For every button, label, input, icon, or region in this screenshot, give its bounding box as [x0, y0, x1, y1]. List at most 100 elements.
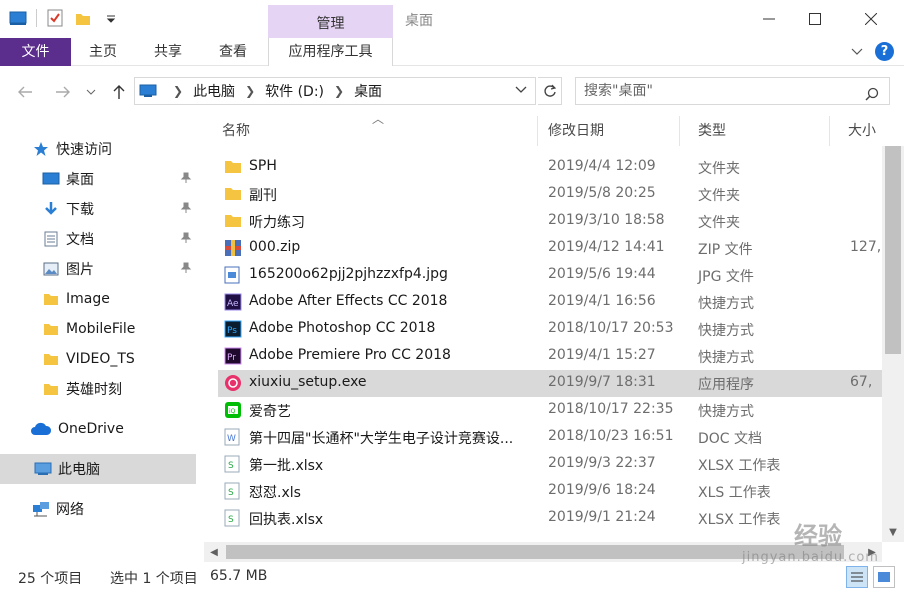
navigation-bar: ❯ 此电脑 ❯ 软件 (D:) ❯ 桌面 搜索"桌面"	[0, 66, 904, 116]
file-type: XLSX 工作表	[698, 458, 781, 474]
file-type: 文件夹	[698, 215, 740, 231]
file-date: 2019/9/6 18:24	[548, 482, 656, 498]
pin-icon[interactable]	[180, 232, 192, 248]
sidebar-item-label: 下载	[66, 202, 94, 218]
column-header-date[interactable]: 修改日期	[530, 116, 680, 146]
chevron-down-icon	[86, 89, 96, 95]
file-row[interactable]: iQ 爱奇艺 2018/10/17 22:35 快捷方式	[218, 397, 884, 424]
column-header-name[interactable]: 名称	[204, 116, 538, 146]
sidebar-item-onedrive[interactable]: OneDrive	[0, 414, 196, 444]
svg-text:W: W	[227, 434, 236, 444]
breadcrumb-desktop[interactable]: 桌面	[354, 81, 382, 101]
file-row[interactable]: S 第一批.xlsx 2019/9/3 22:37 XLSX 工作表	[218, 451, 884, 478]
sidebar-item-video-ts-folder[interactable]: VIDEO_TS	[0, 344, 196, 374]
file-name: 爱奇艺	[249, 404, 291, 420]
up-button[interactable]	[108, 81, 130, 103]
forward-button[interactable]	[52, 81, 74, 103]
search-box[interactable]: 搜索"桌面"	[575, 77, 890, 105]
file-row-selected[interactable]: xiuxiu_setup.exe 2019/9/7 18:31 应用程序 67,	[218, 370, 884, 397]
breadcrumb-separator[interactable]: ❯	[173, 84, 183, 98]
sidebar-item-quick-access[interactable]: 快速访问	[0, 134, 196, 164]
column-header-type[interactable]: 类型	[680, 116, 830, 146]
search-icon[interactable]	[865, 84, 879, 110]
file-row[interactable]: SPH 2019/4/4 12:09 文件夹	[218, 154, 884, 181]
file-name: xiuxiu_setup.exe	[249, 374, 367, 390]
file-name: 第一批.xlsx	[249, 458, 324, 474]
file-row[interactable]: W 第十四届"长通杯"大学生电子设计竞赛设... 2018/10/23 16:5…	[218, 424, 884, 451]
properties-icon[interactable]	[45, 8, 65, 28]
sidebar-item-network[interactable]: 网络	[0, 494, 196, 524]
file-row[interactable]: 000.zip 2019/4/12 14:41 ZIP 文件 127,	[218, 235, 884, 262]
back-arrow-icon	[18, 86, 32, 98]
expand-ribbon-icon[interactable]	[851, 44, 863, 60]
breadcrumb-this-pc[interactable]: 此电脑	[193, 81, 235, 101]
sidebar-item-mobilefile-folder[interactable]: MobileFile	[0, 314, 196, 344]
recent-locations-button[interactable]	[84, 81, 98, 103]
file-row[interactable]: 165200o62pjj2pjhzzxfp4.jpg 2019/5/6 19:4…	[218, 262, 884, 289]
file-date: 2019/5/8 20:25	[548, 185, 656, 201]
sidebar-item-downloads[interactable]: 下载	[0, 194, 196, 224]
star-icon	[32, 140, 50, 158]
sidebar-item-hero-moments-folder[interactable]: 英雄时刻	[0, 374, 196, 404]
pin-icon[interactable]	[180, 202, 192, 218]
file-row[interactable]: 副刊 2019/5/8 20:25 文件夹	[218, 181, 884, 208]
file-type: 文件夹	[698, 188, 740, 204]
file-type: JPG 文件	[698, 269, 754, 285]
file-row[interactable]: Pr Adobe Premiere Pro CC 2018 2019/4/1 1…	[218, 343, 884, 370]
window-icon[interactable]	[8, 8, 28, 28]
tab-application-tools[interactable]: 应用程序工具	[268, 38, 393, 66]
tab-share[interactable]: 共享	[143, 38, 193, 66]
vertical-scrollbar[interactable]: ▼	[882, 146, 904, 542]
file-row[interactable]: S 怼怼.xls 2019/9/6 18:24 XLS 工作表	[218, 478, 884, 505]
file-row[interactable]: Ps Adobe Photoshop CC 2018 2018/10/17 20…	[218, 316, 884, 343]
scroll-left-arrow-icon[interactable]: ◀	[204, 542, 224, 562]
network-icon	[32, 500, 50, 518]
item-count: 25 个项目	[18, 571, 83, 587]
pin-icon[interactable]	[180, 262, 192, 278]
column-header-size[interactable]: 大小	[830, 116, 884, 146]
vertical-scroll-thumb[interactable]	[885, 146, 901, 354]
sidebar-item-documents[interactable]: 文档	[0, 224, 196, 254]
file-row[interactable]: Ae Adobe After Effects CC 2018 2019/4/1 …	[218, 289, 884, 316]
help-icon[interactable]: ?	[875, 42, 894, 61]
minimize-button[interactable]	[746, 0, 792, 38]
svg-text:S: S	[228, 488, 234, 498]
sidebar-item-image-folder[interactable]: Image	[0, 284, 196, 314]
tab-view[interactable]: 查看	[208, 38, 258, 66]
sidebar-item-label: 此电脑	[58, 462, 100, 478]
refresh-button[interactable]	[538, 77, 562, 105]
file-type: 文件夹	[698, 161, 740, 177]
watermark-url: jingyan.baidu.com	[742, 550, 879, 565]
back-button[interactable]	[14, 81, 36, 103]
computer-icon	[34, 460, 52, 478]
breadcrumb-drive-d[interactable]: 软件 (D:)	[265, 81, 324, 101]
document-icon	[42, 230, 60, 248]
manage-context-tab[interactable]: 管理	[268, 5, 393, 38]
photoshop-icon: Ps	[224, 320, 244, 340]
ribbon-controls: ?	[851, 42, 894, 61]
file-date: 2019/4/4 12:09	[548, 158, 656, 174]
folder-icon	[42, 350, 60, 368]
new-folder-icon[interactable]	[73, 8, 93, 28]
file-name: 副刊	[249, 188, 277, 204]
tab-home[interactable]: 主页	[78, 38, 128, 66]
sidebar-item-desktop[interactable]: 桌面	[0, 164, 196, 194]
pin-icon[interactable]	[180, 172, 192, 188]
customize-toolbar-icon[interactable]	[101, 8, 121, 28]
close-icon	[865, 13, 877, 25]
file-row[interactable]: 听力练习 2019/3/10 18:58 文件夹	[218, 208, 884, 235]
sidebar-item-label: 图片	[66, 262, 94, 278]
sidebar-item-pictures[interactable]: 图片	[0, 254, 196, 284]
file-name: 000.zip	[249, 239, 301, 255]
address-bar[interactable]: ❯ 此电脑 ❯ 软件 (D:) ❯ 桌面	[134, 77, 536, 105]
file-name: Adobe After Effects CC 2018	[249, 293, 448, 309]
address-dropdown-icon[interactable]	[515, 83, 527, 97]
tab-file[interactable]: 文件	[0, 38, 71, 66]
maximize-button[interactable]	[792, 0, 838, 38]
breadcrumb-separator[interactable]: ❯	[245, 84, 255, 98]
close-button[interactable]	[848, 0, 894, 38]
svg-text:Ps: Ps	[227, 326, 237, 336]
file-rows: SPH 2019/4/4 12:09 文件夹 副刊 2019/5/8 20:25…	[204, 154, 884, 546]
breadcrumb-separator[interactable]: ❯	[334, 84, 344, 98]
sidebar-item-this-pc[interactable]: 此电脑	[0, 454, 196, 484]
